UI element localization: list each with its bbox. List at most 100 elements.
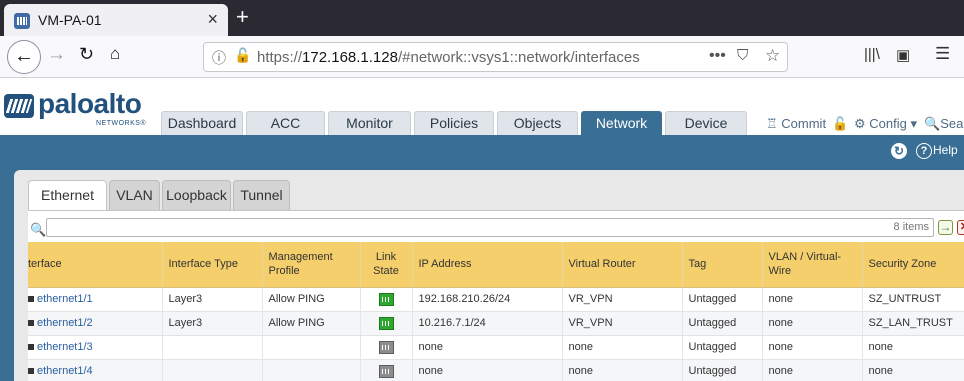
subtab-vlan[interactable]: VLAN <box>109 180 160 210</box>
config-dropdown[interactable]: ⚙ Config ▾ <box>854 116 917 132</box>
ethernet-tab-panel: 🔍 8 items → ✕ terface Interface Type Man… <box>28 210 964 381</box>
link-down-icon <box>378 364 394 378</box>
management-profile-cell <box>262 335 361 360</box>
tab-network[interactable]: Network <box>581 111 662 135</box>
table-row[interactable]: ethernet1/1 Layer3 Allow PING 192.168.21… <box>28 287 964 312</box>
interface-type-cell: Layer3 <box>162 287 263 312</box>
tab-dashboard[interactable]: Dashboard <box>161 111 243 135</box>
interface-cell: ethernet1/3 <box>28 335 163 360</box>
bookmark-star-icon[interactable]: ☆ <box>765 46 780 66</box>
insecure-lock-icon[interactable]: 🔓 <box>234 47 251 64</box>
interface-icon <box>28 368 34 375</box>
ip-address-cell: none <box>412 335 563 360</box>
reload-icon[interactable]: ↻ <box>79 44 94 65</box>
interface-link[interactable]: ethernet1/4 <box>37 365 93 377</box>
interface-cell: ethernet1/4 <box>28 359 163 381</box>
library-icon[interactable]: |||\ <box>864 46 880 63</box>
interface-type-cell: Layer3 <box>162 311 263 336</box>
tab-device[interactable]: Device <box>665 111 747 135</box>
search-icon: 🔍 <box>924 116 941 131</box>
virtual-router-cell: VR_VPN <box>562 311 683 336</box>
apply-filter-icon[interactable]: → <box>938 220 953 235</box>
column-header-interface-type[interactable]: Interface Type <box>162 242 263 288</box>
close-tab-icon[interactable]: × <box>207 9 218 30</box>
link-up-icon <box>378 316 394 330</box>
security-zone-cell: none <box>862 335 964 360</box>
forward-arrow-icon[interactable]: → <box>47 44 66 66</box>
virtual-router-cell: none <box>562 335 683 360</box>
table-row[interactable]: ethernet1/2 Layer3 Allow PING 10.216.7.1… <box>28 311 964 336</box>
management-profile-cell <box>262 359 361 381</box>
url-bar[interactable]: ⓘ 🔓 https://172.168.1.128/#network::vsys… <box>203 42 788 72</box>
commit-button[interactable]: ♖ Commit <box>766 116 826 132</box>
browser-tab[interactable]: VM-PA-01 × <box>4 4 228 36</box>
clear-filter-icon[interactable]: ✕ <box>957 220 964 235</box>
link-state-cell <box>360 311 413 336</box>
tag-cell: Untagged <box>682 335 763 360</box>
interface-cell: ethernet1/1 <box>28 287 163 312</box>
search-button[interactable]: 🔍Sear <box>924 116 964 132</box>
interface-link[interactable]: ethernet1/3 <box>37 341 93 353</box>
filter-search-icon: 🔍 <box>30 222 47 237</box>
ip-address-cell: 192.168.210.26/24 <box>412 287 563 312</box>
subtab-tunnel[interactable]: Tunnel <box>233 180 290 210</box>
column-header-virtual-router[interactable]: Virtual Router <box>562 242 683 288</box>
pocket-icon[interactable]: ⛉ <box>737 47 748 64</box>
tab-acc[interactable]: ACC <box>246 111 325 135</box>
paloalto-favicon-icon <box>14 13 30 29</box>
management-profile-cell: Allow PING <box>262 287 361 312</box>
column-header-link-state[interactable]: Link State <box>360 242 413 288</box>
tag-cell: Untagged <box>682 311 763 336</box>
back-arrow-icon[interactable]: ← <box>7 40 41 74</box>
management-profile-cell: Allow PING <box>262 311 361 336</box>
link-state-cell <box>360 287 413 312</box>
chevron-down-icon: ▾ <box>910 116 918 131</box>
filter-input[interactable]: 8 items <box>46 218 934 237</box>
url-text[interactable]: https://172.168.1.128/#network::vsys1::n… <box>257 49 640 66</box>
column-header-security-zone[interactable]: Security Zone <box>862 242 964 288</box>
lock-icon[interactable]: 🔓 <box>832 116 848 132</box>
subtab-loopback[interactable]: Loopback <box>162 180 231 210</box>
interface-icon <box>28 320 34 327</box>
table-row[interactable]: ethernet1/4 none none Untagged none none <box>28 359 964 381</box>
column-header-management-profile[interactable]: Management Profile <box>262 242 361 288</box>
page-actions-icon[interactable]: ••• <box>709 47 726 65</box>
paloalto-logo-icon <box>4 94 34 118</box>
link-down-icon <box>378 340 394 354</box>
tab-monitor[interactable]: Monitor <box>328 111 411 135</box>
column-header-vlan-virtual-wire[interactable]: VLAN / Virtual-Wire <box>762 242 863 288</box>
security-zone-cell: none <box>862 359 964 381</box>
link-state-cell <box>360 335 413 360</box>
commit-icon: ♖ <box>766 116 778 131</box>
tab-objects[interactable]: Objects <box>497 111 578 135</box>
column-header-tag[interactable]: Tag <box>682 242 763 288</box>
interface-link[interactable]: ethernet1/1 <box>37 293 93 305</box>
logo-wordmark: paloalto <box>38 88 142 119</box>
hamburger-menu-icon[interactable]: ☰ <box>935 44 950 64</box>
vlan-cell: none <box>762 311 863 336</box>
tab-policies[interactable]: Policies <box>414 111 494 135</box>
vlan-cell: none <box>762 359 863 381</box>
new-tab-icon[interactable]: + <box>236 4 249 30</box>
virtual-router-cell: VR_VPN <box>562 287 683 312</box>
help-button[interactable]: ? Help <box>916 143 958 159</box>
ip-address-cell: 10.216.7.1/24 <box>412 311 563 336</box>
column-header-ip-address[interactable]: IP Address <box>412 242 563 288</box>
refresh-icon[interactable]: ↻ <box>891 143 907 159</box>
items-count: 8 items <box>893 221 929 233</box>
subtab-ethernet[interactable]: Ethernet <box>28 180 107 211</box>
interface-link[interactable]: ethernet1/2 <box>37 317 93 329</box>
interface-type-cell <box>162 335 263 360</box>
sidebar-toggle-icon[interactable]: ▣ <box>896 46 910 64</box>
interfaces-table: terface Interface Type Management Profil… <box>28 242 964 381</box>
ip-address-cell: none <box>412 359 563 381</box>
table-row[interactable]: ethernet1/3 none none Untagged none none <box>28 335 964 360</box>
home-icon[interactable]: ⌂ <box>110 44 120 64</box>
interface-cell: ethernet1/2 <box>28 311 163 336</box>
link-up-icon <box>378 292 394 306</box>
vlan-cell: none <box>762 335 863 360</box>
info-icon[interactable]: ⓘ <box>212 48 226 68</box>
interface-icon <box>28 296 34 303</box>
column-header-interface[interactable]: terface <box>28 242 163 288</box>
toolbar-band: ↻ ? Help <box>0 135 964 168</box>
